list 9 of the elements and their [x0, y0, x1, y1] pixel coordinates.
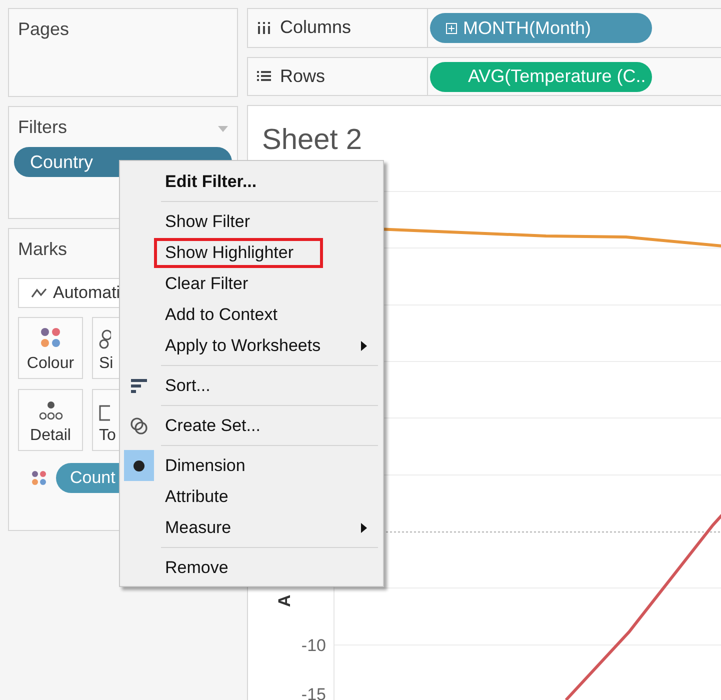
shelf-label: Columns — [280, 17, 352, 38]
card-title: Marks — [18, 239, 67, 260]
axis-tick-label: -10 — [301, 636, 326, 655]
sheet-title: Sheet 2 — [262, 124, 362, 156]
card-title: Filters — [18, 117, 67, 138]
axis-title: A — [275, 594, 294, 607]
card-title: Pages — [18, 19, 70, 40]
axis-tick-label: -15 — [301, 685, 326, 700]
shelf-label: Rows — [280, 66, 326, 87]
